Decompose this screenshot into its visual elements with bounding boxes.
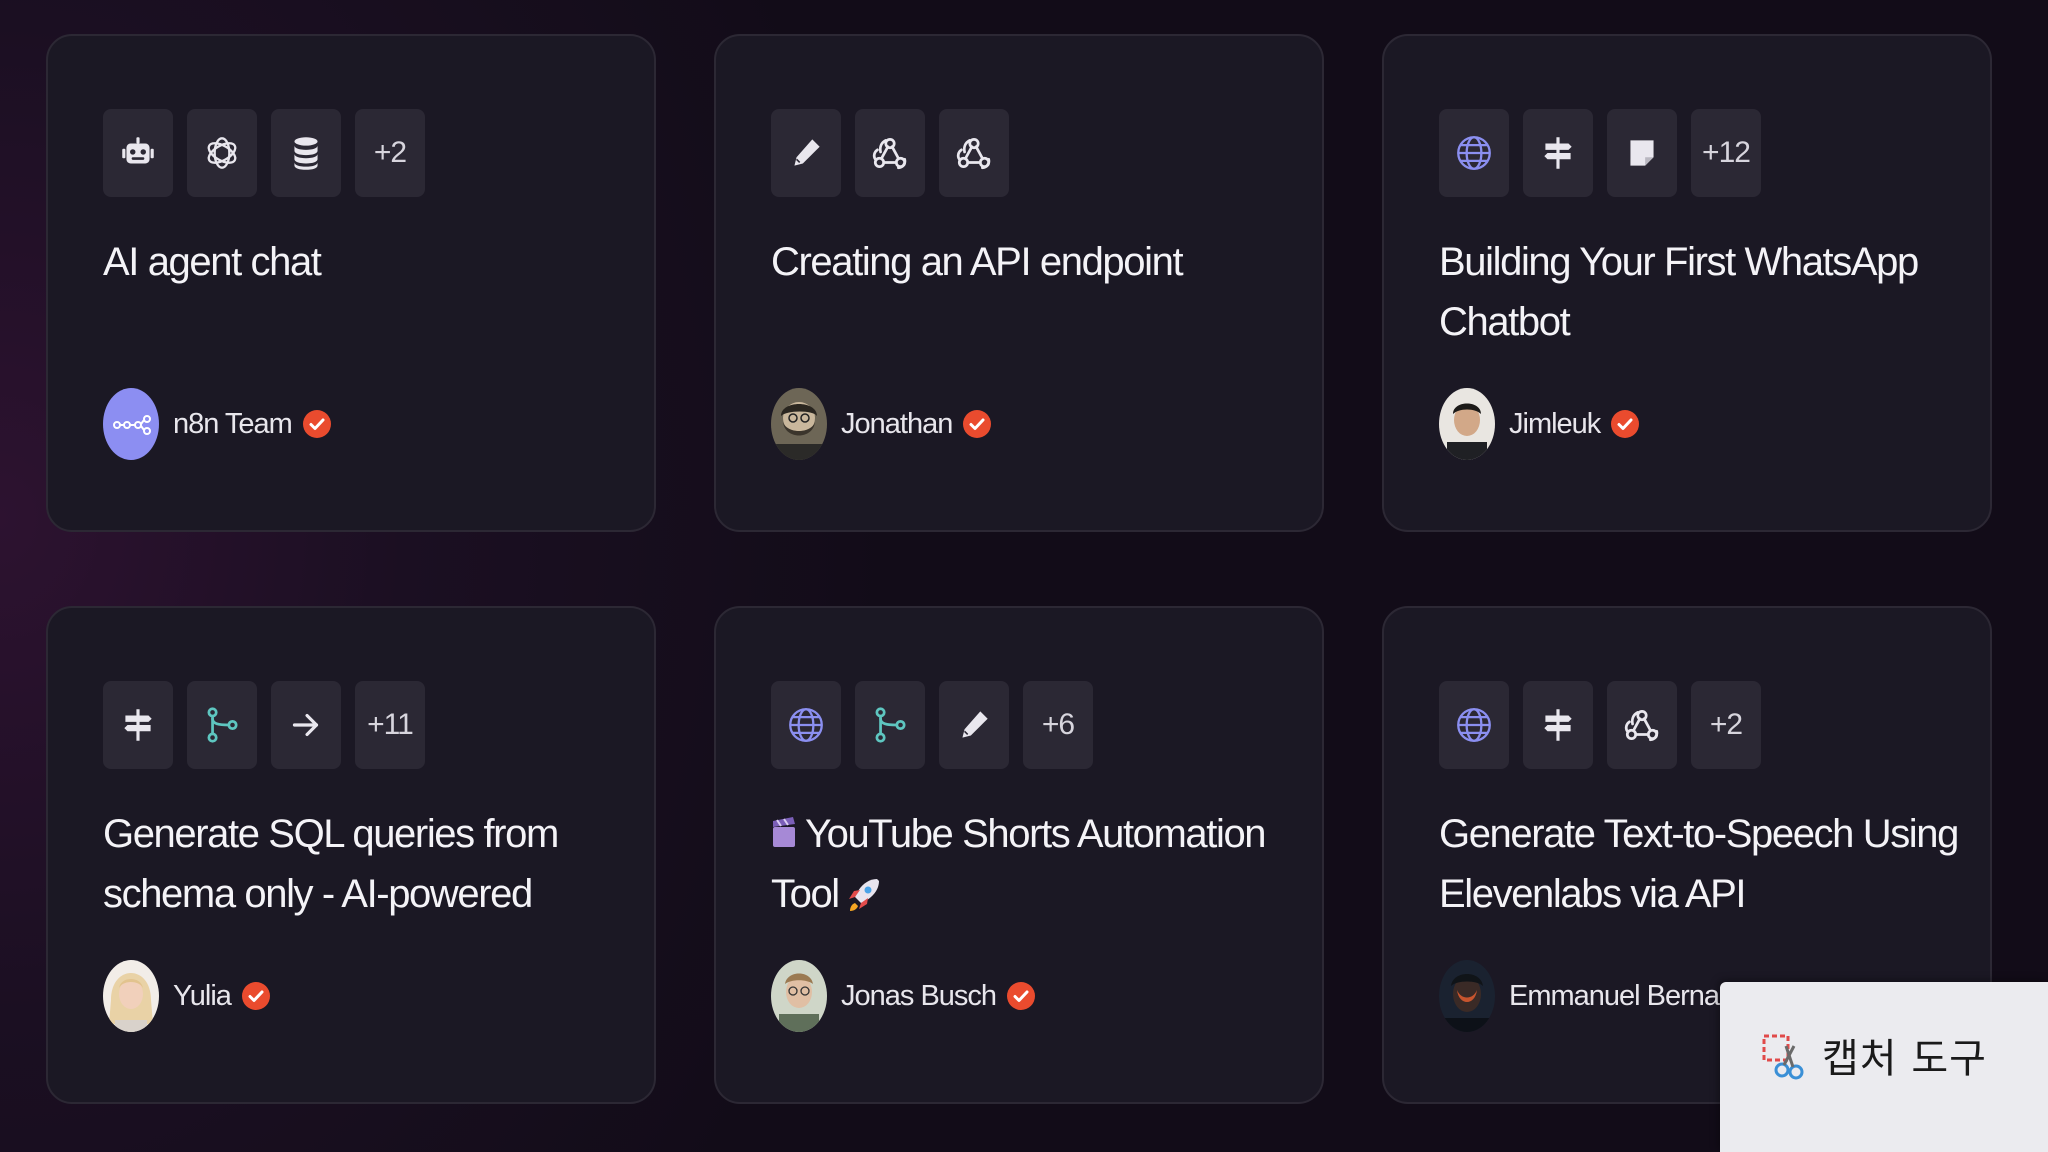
verified-badge-icon bbox=[1610, 409, 1640, 439]
avatar bbox=[1439, 388, 1495, 460]
capture-tool-label: 캡처 도구 bbox=[1822, 1036, 1987, 1082]
template-title: Generate SQL queries from schema only - … bbox=[103, 812, 559, 916]
verified-badge-icon bbox=[302, 409, 332, 439]
node-icons bbox=[771, 109, 1009, 197]
database-icon bbox=[271, 109, 341, 197]
branch-icon bbox=[187, 681, 257, 769]
template-author: Jimleuk bbox=[1439, 388, 1640, 460]
signpost-icon bbox=[1523, 109, 1593, 197]
template-title: Building Your First WhatsApp Chatbot bbox=[1439, 240, 1919, 344]
node-icons: +2 bbox=[103, 109, 425, 197]
template-card[interactable]: +11 Generate SQL queries from schema onl… bbox=[46, 606, 656, 1104]
sticky-note-icon bbox=[1607, 109, 1677, 197]
template-title: Generate Text-to-Speech Using Elevenlabs… bbox=[1439, 812, 1959, 916]
template-title: YouTube Shorts Automation Tool bbox=[771, 812, 1267, 916]
more-nodes-count: +2 bbox=[1691, 681, 1761, 769]
robot-icon bbox=[103, 109, 173, 197]
avatar bbox=[103, 388, 159, 460]
snipping-tool-icon bbox=[1760, 1032, 1804, 1086]
node-icons: +6 bbox=[771, 681, 1093, 769]
capture-tool-popup[interactable]: 캡처 도구 bbox=[1720, 982, 2048, 1152]
template-author: Jonas Busch bbox=[771, 960, 1036, 1032]
author-name: Emmanuel Bernard bbox=[1509, 979, 1744, 1012]
globe-icon bbox=[1439, 109, 1509, 197]
globe-icon bbox=[771, 681, 841, 769]
template-author: n8n Team bbox=[103, 388, 332, 460]
template-card[interactable]: +2 AI agent chat n8n Team bbox=[46, 34, 656, 532]
verified-badge-icon bbox=[962, 409, 992, 439]
pencil-icon bbox=[939, 681, 1009, 769]
template-author: Yulia bbox=[103, 960, 271, 1032]
author-name: Jonas Busch bbox=[841, 979, 997, 1012]
avatar bbox=[771, 388, 827, 460]
branch-icon bbox=[855, 681, 925, 769]
clapper-board-emoji bbox=[773, 817, 795, 847]
avatar bbox=[103, 960, 159, 1032]
author-name: Jimleuk bbox=[1509, 407, 1601, 440]
template-grid: +2 AI agent chat n8n Team Creating an AP… bbox=[46, 34, 1992, 1104]
author-name: Jonathan bbox=[841, 407, 953, 440]
node-icons: +11 bbox=[103, 681, 425, 769]
webhook-icon bbox=[855, 109, 925, 197]
author-name: n8n Team bbox=[173, 407, 293, 440]
node-icons: +12 bbox=[1439, 109, 1761, 197]
author-name: Yulia bbox=[173, 979, 232, 1012]
arrow-right-icon bbox=[271, 681, 341, 769]
more-nodes-count: +11 bbox=[355, 681, 425, 769]
pencil-icon bbox=[771, 109, 841, 197]
globe-icon bbox=[1439, 681, 1509, 769]
signpost-icon bbox=[1523, 681, 1593, 769]
openai-icon bbox=[187, 109, 257, 197]
signpost-icon bbox=[103, 681, 173, 769]
more-nodes-count: +6 bbox=[1023, 681, 1093, 769]
more-nodes-count: +2 bbox=[355, 109, 425, 197]
avatar bbox=[771, 960, 827, 1032]
more-nodes-count: +12 bbox=[1691, 109, 1761, 197]
template-title: Creating an API endpoint bbox=[771, 240, 1184, 284]
webhook-icon bbox=[1607, 681, 1677, 769]
verified-badge-icon bbox=[1006, 981, 1036, 1011]
rocket-emoji bbox=[848, 879, 879, 911]
template-card[interactable]: Creating an API endpoint Jonathan bbox=[714, 34, 1324, 532]
template-card[interactable]: +12 Building Your First WhatsApp Chatbot… bbox=[1382, 34, 1992, 532]
node-icons: +2 bbox=[1439, 681, 1761, 769]
avatar bbox=[1439, 960, 1495, 1032]
verified-badge-icon bbox=[241, 981, 271, 1011]
template-author: Jonathan bbox=[771, 388, 992, 460]
webhook-icon bbox=[939, 109, 1009, 197]
template-card[interactable]: +6 YouTube Shorts Automation Tool Jonas … bbox=[714, 606, 1324, 1104]
template-title: AI agent chat bbox=[103, 240, 322, 284]
